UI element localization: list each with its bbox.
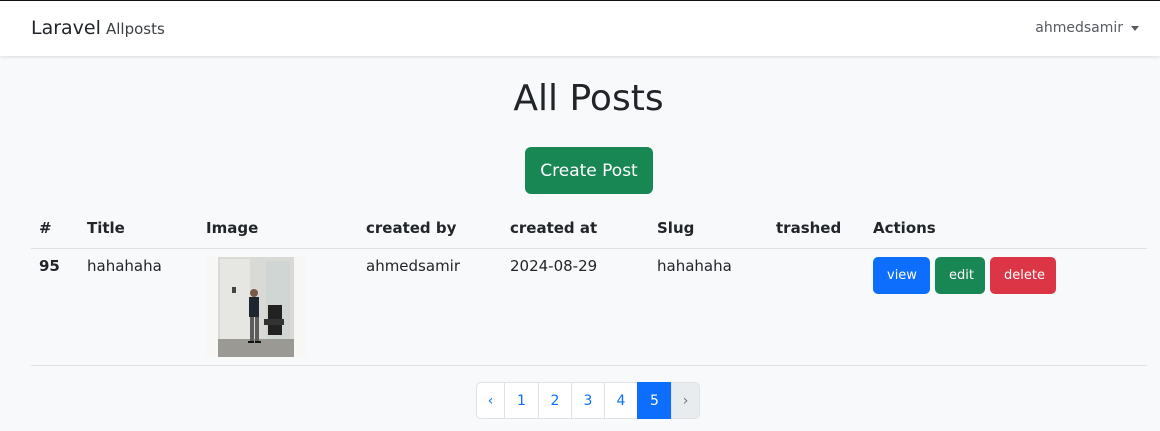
pagination-prev[interactable]: ‹ (476, 382, 505, 419)
pagination-page-5[interactable]: 5 (637, 382, 672, 419)
delete-button[interactable]: delete (990, 256, 1056, 294)
page-title: All Posts (513, 78, 664, 119)
brand-link[interactable]: Laravel (31, 17, 101, 39)
cell-id: 95 (31, 248, 79, 366)
cell-created-at: 2024-08-29 (502, 248, 649, 366)
header-created-at: created at (502, 208, 649, 249)
table-row: 95 hahahaha ahmedsamir 2024-08-29 hahaha… (31, 248, 1147, 366)
cell-trashed (768, 248, 865, 366)
cell-created-by: ahmedsamir (358, 248, 502, 366)
cell-title: hahahaha (79, 248, 198, 366)
table-header-row: # Title Image created by created at Slug… (31, 208, 1147, 249)
pagination-page-1[interactable]: 1 (504, 382, 539, 419)
pagination-page-4[interactable]: 4 (604, 382, 638, 419)
pagination-page-2[interactable]: 2 (538, 382, 572, 419)
create-post-button[interactable]: Create Post (525, 147, 653, 194)
header-slug: Slug (649, 208, 768, 249)
pagination-page-3[interactable]: 3 (571, 382, 605, 419)
posts-table: # Title Image created by created at Slug… (31, 208, 1147, 366)
header-actions: Actions (865, 208, 1147, 249)
header-trashed: trashed (768, 208, 865, 249)
user-dropdown[interactable]: ahmedsamir (1035, 20, 1139, 36)
header-title: Title (79, 208, 198, 249)
header-created-by: created by (358, 208, 502, 249)
caret-down-icon (1131, 25, 1139, 31)
edit-button[interactable]: edit (935, 256, 985, 294)
header-id: # (31, 208, 79, 249)
nav-link-allposts[interactable]: Allposts (106, 20, 165, 38)
top-navbar: Laravel Allposts ahmedsamir (0, 0, 1160, 56)
cell-slug: hahahaha (649, 248, 768, 366)
cell-image (198, 248, 358, 366)
cell-actions: view edit delete (865, 248, 1147, 366)
post-thumbnail-image (206, 256, 306, 357)
user-name: ahmedsamir (1035, 20, 1123, 36)
pagination: ‹ 1 2 3 4 5 › (476, 382, 700, 419)
pagination-next[interactable]: › (671, 382, 700, 419)
view-button[interactable]: view (873, 256, 930, 294)
header-image: Image (198, 208, 358, 249)
